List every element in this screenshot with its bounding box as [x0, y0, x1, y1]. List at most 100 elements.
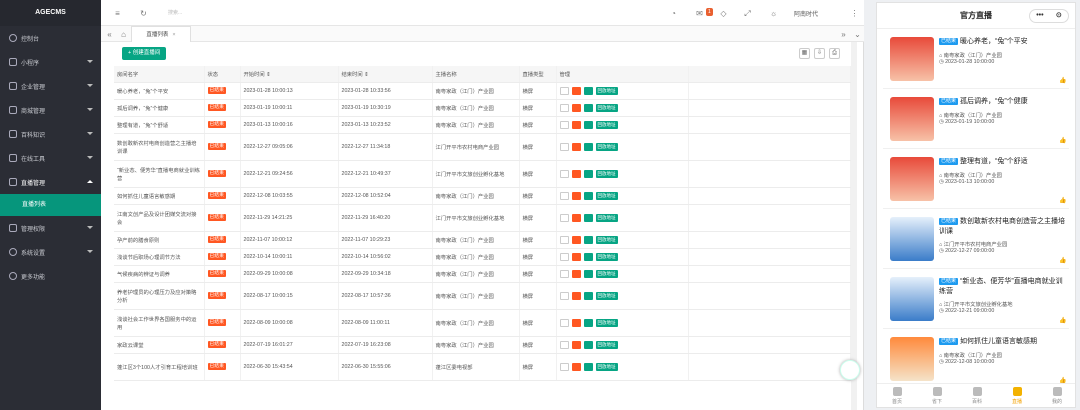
table-row[interactable]: “新业态、便芳华”直播电商就业训练营 已结束 2022-12-21 09:24:56… — [114, 160, 851, 188]
edit-icon[interactable] — [559, 86, 569, 95]
like-icon[interactable]: 👍 — [1059, 138, 1066, 144]
delete-icon[interactable] — [571, 318, 581, 327]
sidebar-subitem-live-list[interactable]: 直播列表 — [0, 194, 101, 216]
delete-icon[interactable] — [571, 213, 581, 222]
col-start[interactable]: 开始时间 ⇕ — [240, 66, 339, 83]
edit-icon[interactable] — [559, 235, 569, 244]
playback-button[interactable]: 回放地址 — [595, 142, 618, 151]
close-circle-icon[interactable]: ⊙ — [1056, 3, 1062, 29]
playback-button[interactable]: 回放地址 — [595, 86, 618, 95]
double-right-icon[interactable]: » — [839, 30, 848, 39]
like-icon[interactable]: 👍 — [1059, 78, 1066, 84]
playback-button[interactable]: 回放地址 — [595, 362, 618, 371]
edit-icon[interactable] — [559, 142, 569, 151]
edit-icon[interactable] — [559, 340, 569, 349]
delete-icon[interactable] — [571, 169, 581, 178]
fullscreen-icon[interactable]: ⤢ — [743, 9, 752, 18]
share-icon[interactable] — [583, 235, 593, 244]
table-row[interactable]: 数创敢新农村电商创造营之主播培训课 已结束 2022-12-27 09:05:06 2… — [114, 133, 851, 161]
sidebar-item-encyclopedia[interactable]: 百科知识 — [0, 122, 101, 146]
share-icon[interactable] — [583, 103, 593, 112]
table-row[interactable]: 气候疾病的辨证与调养 已结束 2022-09-29 10:00:08 2022-09-… — [114, 265, 851, 283]
sidebar-item-more[interactable]: 更多功能 — [0, 264, 101, 288]
edit-icon[interactable] — [559, 291, 569, 300]
delete-icon[interactable] — [571, 103, 581, 112]
edit-icon[interactable] — [559, 169, 569, 178]
delete-icon[interactable] — [571, 86, 581, 95]
playback-button[interactable]: 回放地址 — [595, 340, 618, 349]
delete-icon[interactable] — [571, 252, 581, 261]
playback-button[interactable]: 回放地址 — [595, 103, 618, 112]
chevron-down-icon[interactable]: ⌄ — [853, 30, 862, 39]
sidebar-item-permission[interactable]: 管理权限 — [0, 216, 101, 240]
playback-button[interactable]: 回放地址 — [595, 291, 618, 300]
share-icon[interactable] — [583, 318, 593, 327]
playback-button[interactable]: 回放地址 — [595, 269, 618, 278]
nav-item[interactable]: 我的 — [1037, 384, 1075, 407]
table-row[interactable]: 江南文创产品及设计团媒交流对接会 已结束 2022-11-29 14:21:25 20… — [114, 204, 851, 232]
edit-icon[interactable] — [559, 252, 569, 261]
capsule-menu[interactable]: ••• ⊙ — [1029, 9, 1069, 23]
nav-item[interactable]: 百科 — [957, 384, 997, 407]
menu-toggle-icon[interactable]: ≡ — [113, 9, 122, 18]
more-dots-icon[interactable]: ••• — [1036, 3, 1043, 29]
playback-button[interactable]: 回放地址 — [595, 169, 618, 178]
share-icon[interactable] — [583, 252, 593, 261]
theme-icon[interactable]: ☼ — [769, 9, 778, 18]
table-row[interactable]: 蓬江区3个100人才引育工程培训班 已结束 2022-06-30 15:43:54 2… — [114, 353, 851, 381]
table-row[interactable]: 家政云课堂 已结束 2022-07-19 16:01:27 2022-07-19 16… — [114, 336, 851, 354]
playback-button[interactable]: 回放地址 — [595, 120, 618, 129]
sidebar-item-tools[interactable]: 在线工具 — [0, 146, 101, 170]
share-icon[interactable] — [583, 291, 593, 300]
delete-icon[interactable] — [571, 120, 581, 129]
playback-button[interactable]: 回放地址 — [595, 235, 618, 244]
table-row[interactable]: 养老护理员的心理压力及应对策略分析 已结束 2022-08-17 10:00:15 2… — [114, 282, 851, 310]
like-icon[interactable]: 👍 — [1059, 258, 1066, 264]
share-icon[interactable] — [583, 191, 593, 200]
sidebar-item-miniprogram[interactable]: 小程序 — [0, 50, 101, 74]
delete-icon[interactable] — [571, 340, 581, 349]
delete-icon[interactable] — [571, 291, 581, 300]
share-icon[interactable] — [583, 213, 593, 222]
sidebar-item-dashboard[interactable]: 控制台 — [0, 26, 101, 50]
table-row[interactable]: 孕产前的膳食原则 已结束 2022-11-07 10:00:12 2022-11-07… — [114, 231, 851, 249]
live-card[interactable]: 已结束 暖心养老，“兔”个平安 ⌂ 南粤家政（江门）产业园 ◷ 2023-01-2… — [883, 31, 1069, 89]
search-input[interactable]: 搜索... — [168, 9, 182, 16]
like-icon[interactable]: 👍 — [1059, 198, 1066, 204]
share-icon[interactable] — [583, 120, 593, 129]
home-icon[interactable]: ⌂ — [119, 30, 128, 39]
live-card[interactable]: 已结束 整理有道，“兔”个舒适 ⌂ 南粤家政（江门）产业园 ◷ 2023-01-1… — [883, 151, 1069, 209]
sidebar-item-settings[interactable]: 系统设置 — [0, 240, 101, 264]
table-row[interactable]: 浅谈节后职场心理调节方法 已结束 2022-10-14 10:00:11 2022-1… — [114, 248, 851, 266]
edit-icon[interactable] — [559, 269, 569, 278]
table-row[interactable]: 孤后调养，“兔”个健康 已结束 2023-01-19 10:00:11 2023-01… — [114, 99, 851, 117]
table-row[interactable]: 整理有道，“兔”个舒适 已结束 2023-01-13 10:00:16 2023-01… — [114, 116, 851, 134]
more-vertical-icon[interactable]: ⋮ — [850, 9, 859, 18]
float-refresh-button[interactable] — [840, 360, 860, 380]
share-icon[interactable] — [583, 86, 593, 95]
edit-icon[interactable] — [559, 213, 569, 222]
table-row[interactable]: 如何抓住儿童语言敏感期 已结束 2022-12-08 10:03:55 2022-12… — [114, 187, 851, 205]
edit-icon[interactable] — [559, 191, 569, 200]
like-icon[interactable]: 👍 — [1059, 318, 1066, 324]
share-icon[interactable] — [583, 340, 593, 349]
message-icon[interactable]: ✉ — [695, 9, 704, 18]
close-icon[interactable]: × — [172, 32, 175, 38]
tab-live-list[interactable]: 直播列表 × — [131, 26, 191, 42]
bell-icon[interactable]: ◔ — [669, 9, 678, 18]
sidebar-item-enterprise[interactable]: 企业管理 — [0, 74, 101, 98]
tag-icon[interactable]: ◇ — [719, 9, 728, 18]
live-card[interactable]: 已结束 数创敢新农村电商创造营之主播培训课 ⌂ 江门开平市农村电商产业园 ◷ 20… — [883, 211, 1069, 269]
edit-icon[interactable] — [559, 362, 569, 371]
live-card[interactable]: 已结束 “新业态、便芳华”直播电商就业训练营 ⌂ 江门开平市文旅创业孵化基地 ◷ … — [883, 271, 1069, 329]
delete-icon[interactable] — [571, 142, 581, 151]
edit-icon[interactable] — [559, 318, 569, 327]
nav-item[interactable]: 省下 — [917, 384, 957, 407]
share-icon[interactable] — [583, 142, 593, 151]
share-icon[interactable] — [583, 362, 593, 371]
columns-icon[interactable]: ▦ — [799, 48, 810, 59]
col-name[interactable]: 房间名字 — [114, 66, 205, 83]
sidebar-item-shop[interactable]: 商城管理 — [0, 98, 101, 122]
nav-item[interactable]: 直播 — [997, 384, 1037, 407]
scrollbar[interactable] — [851, 42, 857, 410]
